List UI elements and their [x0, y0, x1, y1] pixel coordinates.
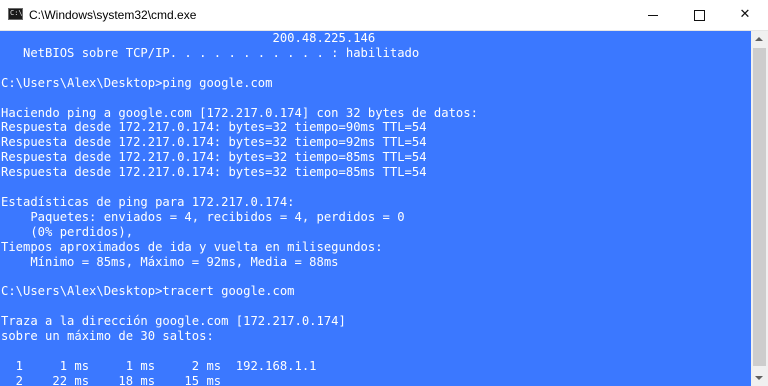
console-line: C:\Users\Alex\Desktop>ping google.com	[1, 75, 273, 90]
scroll-down-arrow-icon[interactable]	[751, 369, 768, 386]
console-line: Tiempos aproximados de ida y vuelta en m…	[1, 239, 383, 254]
close-icon: ✕	[739, 7, 751, 22]
cmd-window: C:\ C:\Windows\system32\cmd.exe ✕ 200.48…	[0, 0, 768, 386]
minimize-icon	[648, 15, 658, 16]
console-line: 1 1 ms 1 ms 2 ms 192.168.1.1	[1, 358, 317, 373]
maximize-button[interactable]	[676, 0, 722, 30]
cmd-icon-prompt: C:\	[10, 9, 23, 17]
console-line: NetBIOS sobre TCP/IP. . . . . . . . . . …	[1, 45, 420, 60]
title-bar[interactable]: C:\ C:\Windows\system32\cmd.exe ✕	[0, 0, 768, 31]
console-line: Traza a la dirección google.com [172.217…	[1, 314, 346, 329]
vertical-scrollbar[interactable]	[751, 31, 768, 386]
scroll-thumb[interactable]	[753, 48, 766, 366]
console-line: Mínimo = 85ms, Máximo = 92ms, Media = 88…	[1, 254, 339, 269]
scroll-up-arrow-icon[interactable]	[751, 31, 768, 48]
console-line: Estadísticas de ping para 172.217.0.174:	[1, 194, 295, 209]
console-line: sobre un máximo de 30 saltos:	[1, 329, 214, 343]
console-line: Haciendo ping a google.com [172.217.0.17…	[1, 105, 478, 120]
console-line: Respuesta desde 172.217.0.174: bytes=32 …	[1, 165, 427, 180]
console-line: (0% perdidos),	[1, 224, 134, 239]
close-button[interactable]: ✕	[722, 0, 768, 30]
maximize-icon	[694, 10, 705, 21]
window-title: C:\Windows\system32\cmd.exe	[29, 8, 197, 22]
console-line: Respuesta desde 172.217.0.174: bytes=32 …	[1, 150, 427, 165]
minimize-button[interactable]	[630, 0, 676, 30]
console-line: C:\Users\Alex\Desktop>tracert google.com	[1, 284, 295, 299]
console-line: Paquetes: enviados = 4, recibidos = 4, p…	[1, 209, 405, 224]
console-output[interactable]: 200.48.225.146 NetBIOS sobre TCP/IP. . .…	[0, 31, 751, 386]
console-line: 2 22 ms 18 ms 15 ms	[1, 373, 222, 386]
cmd-icon[interactable]: C:\	[8, 8, 23, 20]
console-line: 200.48.225.146	[1, 31, 376, 45]
console-line: Respuesta desde 172.217.0.174: bytes=32 …	[1, 120, 427, 135]
console-line: Respuesta desde 172.217.0.174: bytes=32 …	[1, 135, 427, 150]
